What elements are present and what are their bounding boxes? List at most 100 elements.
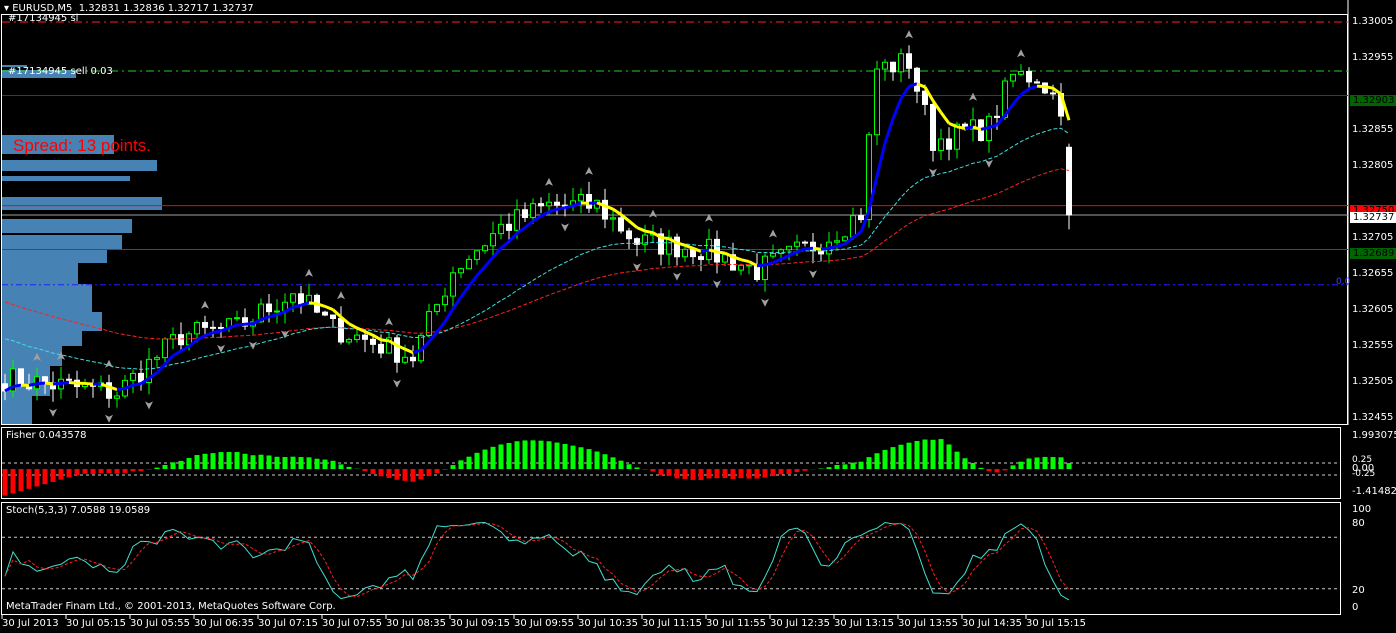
fisher-bar [442,469,448,470]
candle-body [66,378,72,381]
time-axis-label: 30 Jul 08:35 [386,618,446,629]
fisher-bar [34,469,40,487]
stoch-axis-100: 100 [1352,504,1372,515]
fast-ma-segment [500,240,510,250]
candle-body [474,250,480,260]
fisher-bar [1002,469,1008,471]
fisher-bar [722,469,728,479]
candle-body [1034,81,1040,84]
fast-ma-segment [308,301,318,306]
candle-body [554,201,560,206]
candle-body [914,67,920,92]
fast-ma-segment [980,126,990,131]
fast-ma-segment [1036,84,1046,89]
fisher-bar [898,444,904,469]
candle-body [722,254,728,263]
candle-body [602,199,608,220]
fast-ma-segment [28,382,38,387]
candle-body [834,240,840,243]
fisher-bar [746,469,752,479]
fast-ma-segment [964,125,974,130]
fractal-up-arrow-icon [305,268,313,277]
fisher-bar [138,469,144,472]
fisher-bar [602,454,608,469]
candle-body [1010,73,1016,82]
fast-ma-segment [588,201,598,205]
fast-ma-segment [772,257,782,264]
fast-ma-segment [804,246,814,251]
fisher-bar [290,456,296,469]
fisher-bar [754,469,760,479]
fisher-bar [98,469,104,474]
fisher-bar [850,462,856,469]
fisher-bar [578,447,584,469]
candle-body [538,203,544,207]
fast-ma-segment [84,381,94,386]
fractal-up-arrow-icon [905,30,913,39]
fisher-bar [490,446,496,469]
fast-ma-segment [556,206,566,211]
fisher-bar [42,469,48,485]
fast-ma-segment [475,265,487,277]
price-axis-label: 1.32805 [1352,160,1394,171]
fisher-bar [762,469,768,478]
fast-ma-segment [939,111,951,125]
candle-body [1066,146,1072,216]
candle-body [130,372,136,381]
fisher-bar [562,443,568,469]
fast-ma-segment [451,296,463,310]
fractal-down-arrow-icon [561,223,569,232]
fractal-up-arrow-icon [105,359,113,368]
fast-ma-segment [348,322,358,330]
sl-label: #17134945 sl [8,13,79,24]
fisher-bar [690,469,696,480]
candle-body [626,230,632,240]
chart-canvas[interactable] [0,0,1396,633]
fast-ma-segment [268,313,278,319]
price-axis-label: 1.32605 [1352,304,1394,315]
fisher-bar [234,452,240,469]
fisher-bar [1050,457,1056,469]
stoch-axis-80: 80 [1352,518,1365,529]
fast-ma-segment [540,210,550,218]
fisher-bar [650,469,656,472]
candle-body [18,368,24,387]
candle-body [330,314,336,319]
fisher-bar [682,469,688,479]
fractal-up-arrow-icon [201,300,209,309]
candle-body [402,356,408,363]
candle-body [514,209,520,231]
fisher-bar [194,455,200,469]
fisher-bar [546,441,552,469]
candle-body [234,317,240,320]
fisher-bar [986,469,992,472]
time-axis-label: 30 Jul 2013 [2,618,59,629]
candle-body [762,255,768,281]
candle-body [202,321,208,328]
fast-ma-segment [116,387,126,392]
fisher-bar [298,457,304,469]
fisher-bar [970,462,976,469]
fractal-up-arrow-icon [1017,49,1025,58]
fast-ma-segment [612,207,622,216]
fisher-bar [242,453,248,469]
fisher-bar [402,469,408,481]
fast-ma-segment [1044,85,1054,90]
candle-body [482,245,488,252]
price-axis-label: 1.32705 [1352,232,1394,243]
fisher-bar [890,447,896,469]
candle-body [946,138,952,150]
fisher-bar [922,439,928,469]
main-panel-frame [1,14,1348,425]
fast-ma-segment [828,244,838,250]
price-axis-label: 1.32455 [1352,412,1394,423]
fisher-bar [914,440,920,469]
fisher-bar [594,451,600,469]
stoch-axis-20: 20 [1352,585,1365,596]
volume-profile-bar [2,395,32,424]
fisher-bar [586,449,592,469]
candle-body [802,241,808,244]
volume-profile-bar [2,345,62,366]
fractal-down-arrow-icon [761,298,769,307]
fisher-bar [866,457,872,469]
